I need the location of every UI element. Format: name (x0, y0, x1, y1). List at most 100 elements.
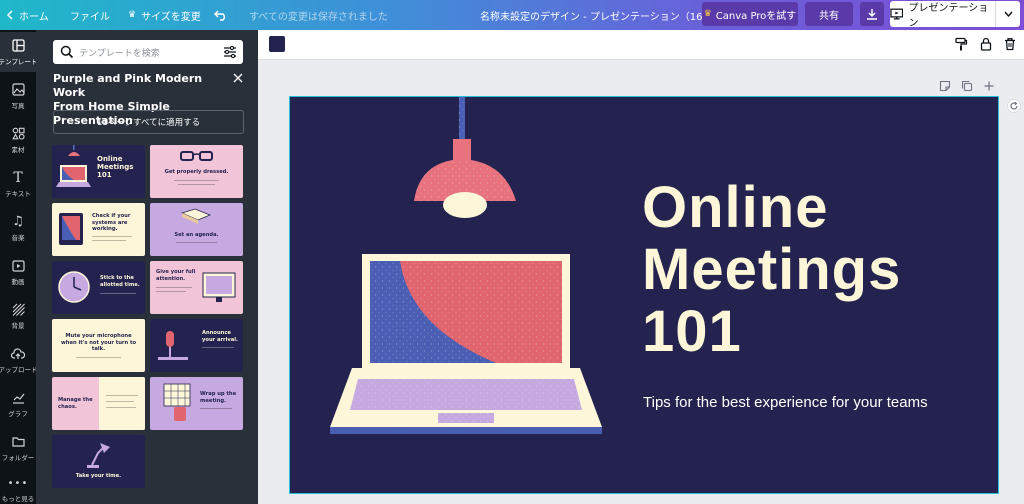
thumbnail-title: Set an agenda. (174, 232, 219, 238)
template-thumbnail[interactable]: Wrap up the meeting. (150, 377, 243, 430)
home-button[interactable]: ホーム (6, 0, 49, 30)
search-input[interactable]: テンプレートを検索 (79, 46, 160, 59)
document-title[interactable]: 名称未設定のデザイン - プレゼンテーション（16:9） (480, 0, 722, 30)
slide-subtitle[interactable]: Tips for the best experience for your te… (643, 394, 983, 411)
present-button[interactable]: プレゼンテーション (890, 1, 1020, 29)
rail-item-template[interactable]: テンプレート (0, 32, 36, 72)
thumbnail-panel-accent (99, 377, 145, 430)
template-title-line1: Purple and Pink Modern Work (53, 72, 203, 99)
thumbnail-text-line (76, 357, 121, 358)
upload-icon (11, 347, 25, 361)
rail-label: 音楽 (11, 233, 25, 242)
template-thumbnail[interactable]: Give your full attention. (150, 261, 243, 314)
thumbnail-text-line (156, 291, 186, 292)
thumbnail-text-line (178, 184, 215, 185)
thumbnail-text-line (106, 407, 136, 408)
rail-item-chart[interactable]: グラフ (0, 384, 36, 424)
thumbnail-text-line (92, 240, 126, 241)
template-thumbnail[interactable]: Set an agenda. (150, 203, 243, 256)
template-thumbnail[interactable]: Get properly dressed. (150, 145, 243, 198)
undo-button[interactable] (214, 0, 228, 30)
thumbnail-text-line (202, 347, 234, 348)
background-icon (11, 303, 25, 317)
rail-label: グラフ (8, 409, 28, 418)
thumbnail-text-line (106, 395, 138, 396)
thumbnail-text-line (200, 408, 232, 409)
thumbnail-title: Online Meetings 101 (97, 155, 134, 179)
template-thumbnail[interactable]: Check if your systems are working. (52, 203, 145, 256)
rail-label: フォルダー (1, 453, 35, 462)
thumbnail-text-line (92, 236, 132, 237)
desk-lamp-icon (87, 443, 110, 468)
rail-label: テキスト (5, 189, 31, 198)
try-pro-button[interactable]: ♛ Canva Proを試す (702, 2, 798, 26)
rail-item-elements[interactable]: 素材 (0, 120, 36, 160)
template-thumbnail[interactable]: Stick to the allotted time. (52, 261, 145, 314)
chart-icon (11, 391, 25, 405)
thumbnail-title: Wrap up the meeting. (200, 391, 237, 404)
microphone-icon (158, 331, 188, 360)
thumbnail-title: Manage the chaos. (58, 397, 93, 410)
presentation-icon (890, 8, 904, 20)
share-button[interactable]: 共有 (805, 2, 853, 26)
template-thumbnail[interactable]: Take your time. (52, 435, 145, 488)
present-options-button[interactable] (996, 1, 1020, 27)
slide-title-line2: Meetings (642, 237, 902, 302)
rail-item-music[interactable]: ♫ 音楽 (0, 208, 36, 248)
filter-icon[interactable] (223, 45, 237, 59)
template-thumbnail[interactable]: Online Meetings 101 (52, 145, 145, 198)
crown-icon: ♛ (703, 9, 712, 19)
rail-item-video[interactable]: 動画 (0, 252, 36, 292)
rail-label: 背景 (11, 321, 25, 330)
rail-item-upload[interactable]: アップロード (0, 340, 36, 380)
present-main[interactable]: プレゼンテーション (890, 1, 996, 29)
crown-icon: ♛ (128, 10, 137, 20)
thumbnail-text-line (156, 287, 192, 288)
slide-title[interactable]: Online Meetings 101 (642, 177, 982, 363)
save-status: すべての変更は保存されました (249, 11, 388, 23)
thumbnail-title: Check if your systems are working. (92, 213, 131, 232)
video-icon (11, 259, 25, 273)
thumbnail-title: Give your full attention. (156, 269, 196, 282)
paint-roller-icon[interactable] (954, 37, 968, 51)
text-icon: T (13, 169, 23, 186)
more-icon: ••• (7, 477, 29, 489)
chevron-left-icon (6, 10, 13, 20)
lock-icon[interactable] (979, 37, 993, 51)
add-page-icon[interactable] (983, 80, 995, 92)
template-thumbnail[interactable]: Announce your arrival. (150, 319, 243, 372)
rail-item-background[interactable]: 背景 (0, 296, 36, 336)
home-label: ホーム (19, 11, 49, 23)
notes-icon[interactable] (939, 80, 951, 92)
file-label: ファイル (70, 11, 110, 23)
download-button[interactable] (860, 2, 884, 26)
rail-item-folder[interactable]: フォルダー (0, 428, 36, 468)
lamp-laptop-illustration (330, 97, 602, 434)
resize-label: サイズを変更 (141, 11, 201, 23)
elements-icon (11, 127, 25, 141)
try-pro-label: Canva Proを試す (715, 10, 797, 22)
thumbnail-title: Announce your arrival. (202, 330, 239, 343)
thumbnail-title: Get properly dressed. (164, 169, 229, 175)
thumbnail-text-line (176, 242, 217, 243)
rail-item-text[interactable]: T テキスト (0, 164, 36, 204)
book-icon (180, 208, 212, 224)
close-icon[interactable] (232, 72, 244, 84)
apply-all-pages-button[interactable]: 11ページすべてに適用する (53, 110, 244, 134)
file-menu[interactable]: ファイル (70, 0, 110, 30)
template-search[interactable]: テンプレートを検索 (53, 40, 243, 64)
rail-item-more[interactable]: ••• もっと見る (0, 470, 36, 504)
background-color-swatch[interactable] (269, 36, 285, 52)
refresh-icon[interactable] (1007, 99, 1021, 113)
rail-item-photo[interactable]: 写真 (0, 76, 36, 116)
resize-button[interactable]: ♛ サイズを変更 (128, 0, 201, 30)
trash-icon[interactable] (1003, 37, 1017, 51)
side-rail: テンプレート 写真 素材 T テキスト ♫ 音楽 動画 背景 アップロード グラ… (0, 30, 36, 504)
chevron-down-icon (1003, 11, 1013, 17)
rail-label: アップロード (0, 365, 36, 374)
photo-icon (11, 83, 25, 97)
template-thumbnail[interactable]: Mute your microphone when it's not your … (52, 319, 145, 372)
duplicate-icon[interactable] (961, 80, 973, 92)
slide-canvas[interactable]: Online Meetings 101 Tips for the best ex… (289, 96, 999, 494)
template-thumbnail[interactable]: Manage the chaos. (52, 377, 145, 430)
